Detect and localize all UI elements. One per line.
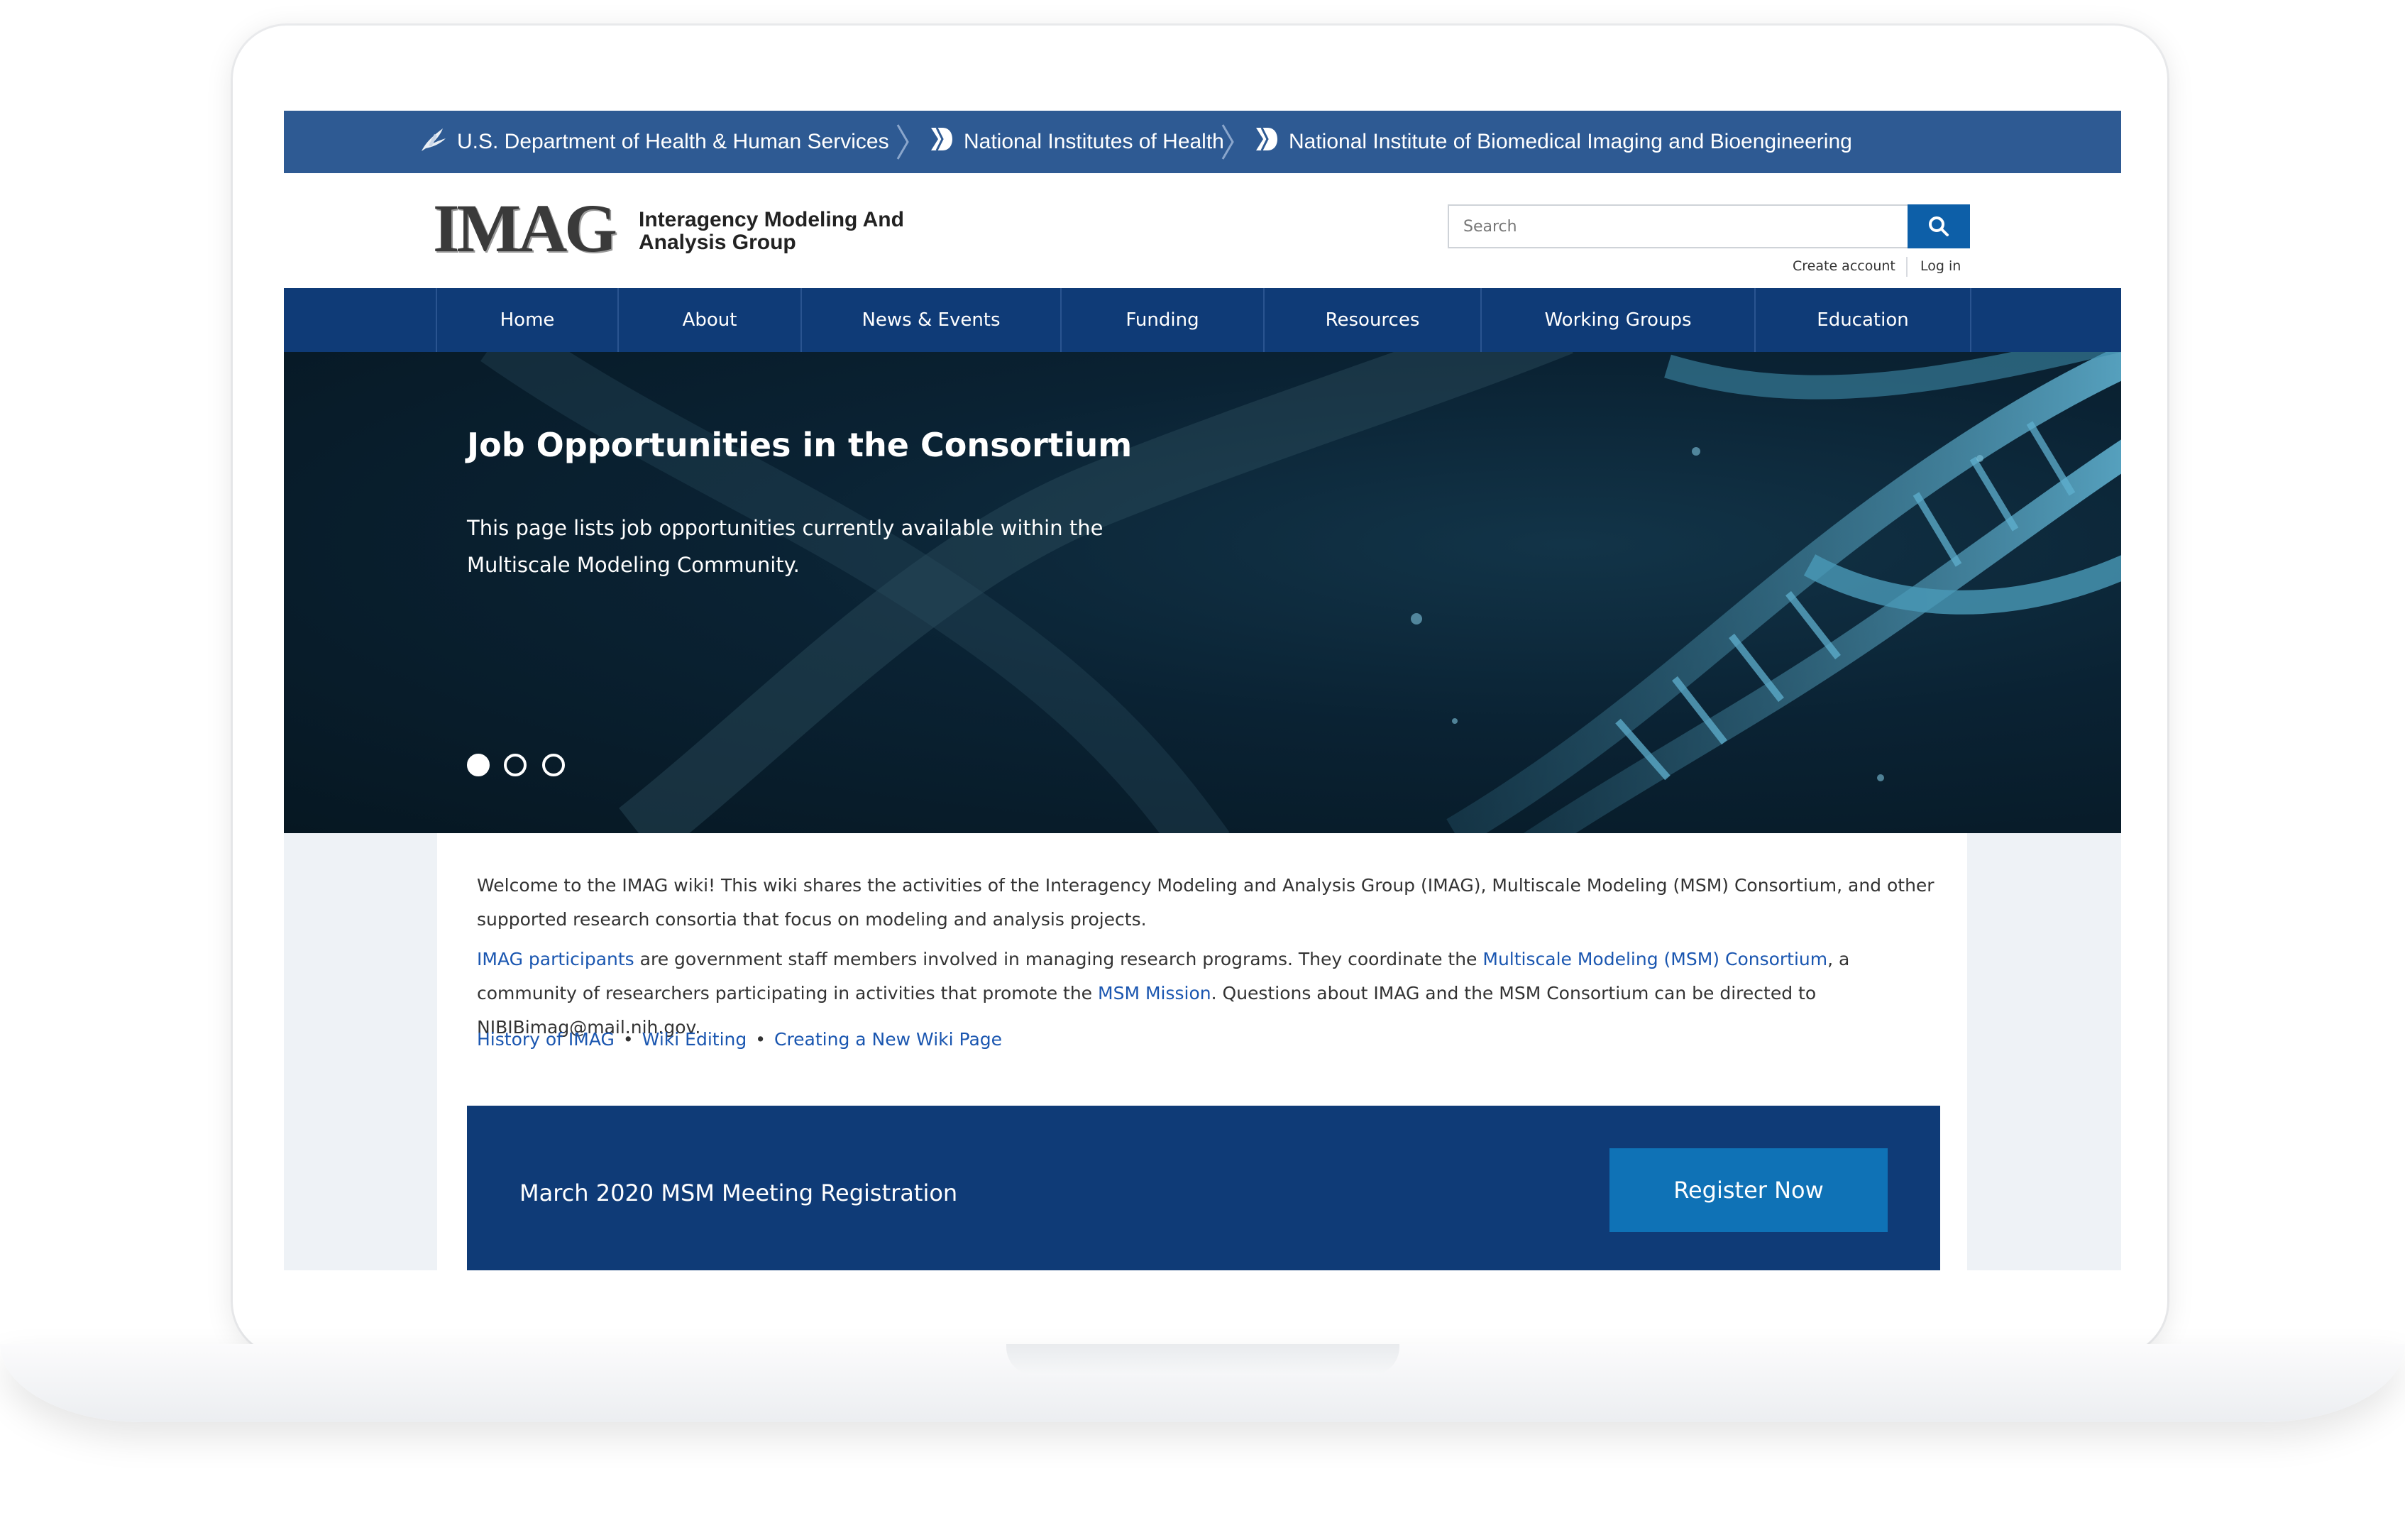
nav-divider [1970,288,1971,352]
carousel-dot-3[interactable] [542,754,565,776]
site-header: IMAG Interagency Modeling And Analysis G… [284,173,2121,288]
log-in-link[interactable]: Log in [1920,258,1961,274]
main-content: Welcome to the IMAG wiki! This wiki shar… [437,833,1967,1270]
bullet-separator: • [755,1029,766,1050]
nibib-link[interactable]: National Institute of Biomedical Imaging… [1255,111,1852,173]
nav-item-funding[interactable]: Funding [1062,288,1263,352]
carousel-dot-1[interactable] [467,754,490,776]
nih-logo-icon [930,126,954,158]
chevron-separator-icon [1221,124,1234,160]
search-button[interactable] [1908,204,1970,248]
logo-line-2: Analysis Group [639,231,796,254]
create-account-link[interactable]: Create account [1793,258,1895,274]
laptop-notch [1006,1344,1399,1375]
nih-label: National Institutes of Health [964,130,1224,153]
chevron-separator-icon [896,124,909,160]
search-icon [1929,216,1949,236]
gov-agency-bar: U.S. Department of Health & Human Servic… [284,111,2121,173]
nav-item-education[interactable]: Education [1756,288,1970,352]
nav-item-about[interactable]: About [619,288,800,352]
logo-mark: IMAG [433,190,617,266]
msm-consortium-link[interactable]: Multiscale Modeling (MSM) Consortium [1482,949,1827,969]
header-link-divider [1906,257,1908,277]
hhs-link[interactable]: U.S. Department of Health & Human Servic… [419,111,889,173]
history-of-imag-link[interactable]: History of IMAG [477,1029,615,1050]
hhs-label: U.S. Department of Health & Human Servic… [457,130,889,153]
hero-description: This page lists job opportunities curren… [467,516,1104,577]
browser-viewport: U.S. Department of Health & Human Servic… [284,111,2121,1270]
hhs-eagle-icon [419,124,447,160]
nih-link[interactable]: National Institutes of Health [930,111,1224,173]
hero-carousel: Job Opportunities in the Consortium This… [284,352,2121,833]
nibib-label: National Institute of Biomedical Imaging… [1289,130,1852,153]
nav-item-home[interactable]: Home [437,288,617,352]
wiki-editing-link[interactable]: Wiki Editing [642,1029,747,1050]
registration-banner: March 2020 MSM Meeting Registration Regi… [467,1106,1940,1270]
hero-title: Job Opportunities in the Consortium [467,426,1133,464]
search-input[interactable] [1448,204,1908,248]
nav-item-news-events[interactable]: News & Events [802,288,1060,352]
registration-title: March 2020 MSM Meeting Registration [519,1179,958,1206]
bullet-separator: • [622,1029,634,1050]
welcome-paragraph: Welcome to the IMAG wiki! This wiki shar… [477,875,1935,930]
nav-item-working-groups[interactable]: Working Groups [1482,288,1754,352]
imag-participants-link[interactable]: IMAG participants [477,949,634,969]
logo-title: Interagency Modeling And Analysis Group [639,209,904,254]
participants-text-1: are government staff members involved in… [634,949,1483,969]
nih-logo-icon [1255,126,1279,158]
msm-mission-link[interactable]: MSM Mission [1098,983,1211,1003]
new-wiki-page-link[interactable]: Creating a New Wiki Page [774,1029,1002,1050]
carousel-dot-2[interactable] [504,754,527,776]
nav-item-resources[interactable]: Resources [1265,288,1480,352]
main-nav: Home About News & Events Funding Resourc… [284,288,2121,352]
quick-links: History of IMAG • Wiki Editing • Creating a … [477,1029,1002,1050]
logo-line-1: Interagency Modeling And [639,208,904,231]
register-now-button[interactable]: Register Now [1609,1148,1888,1232]
